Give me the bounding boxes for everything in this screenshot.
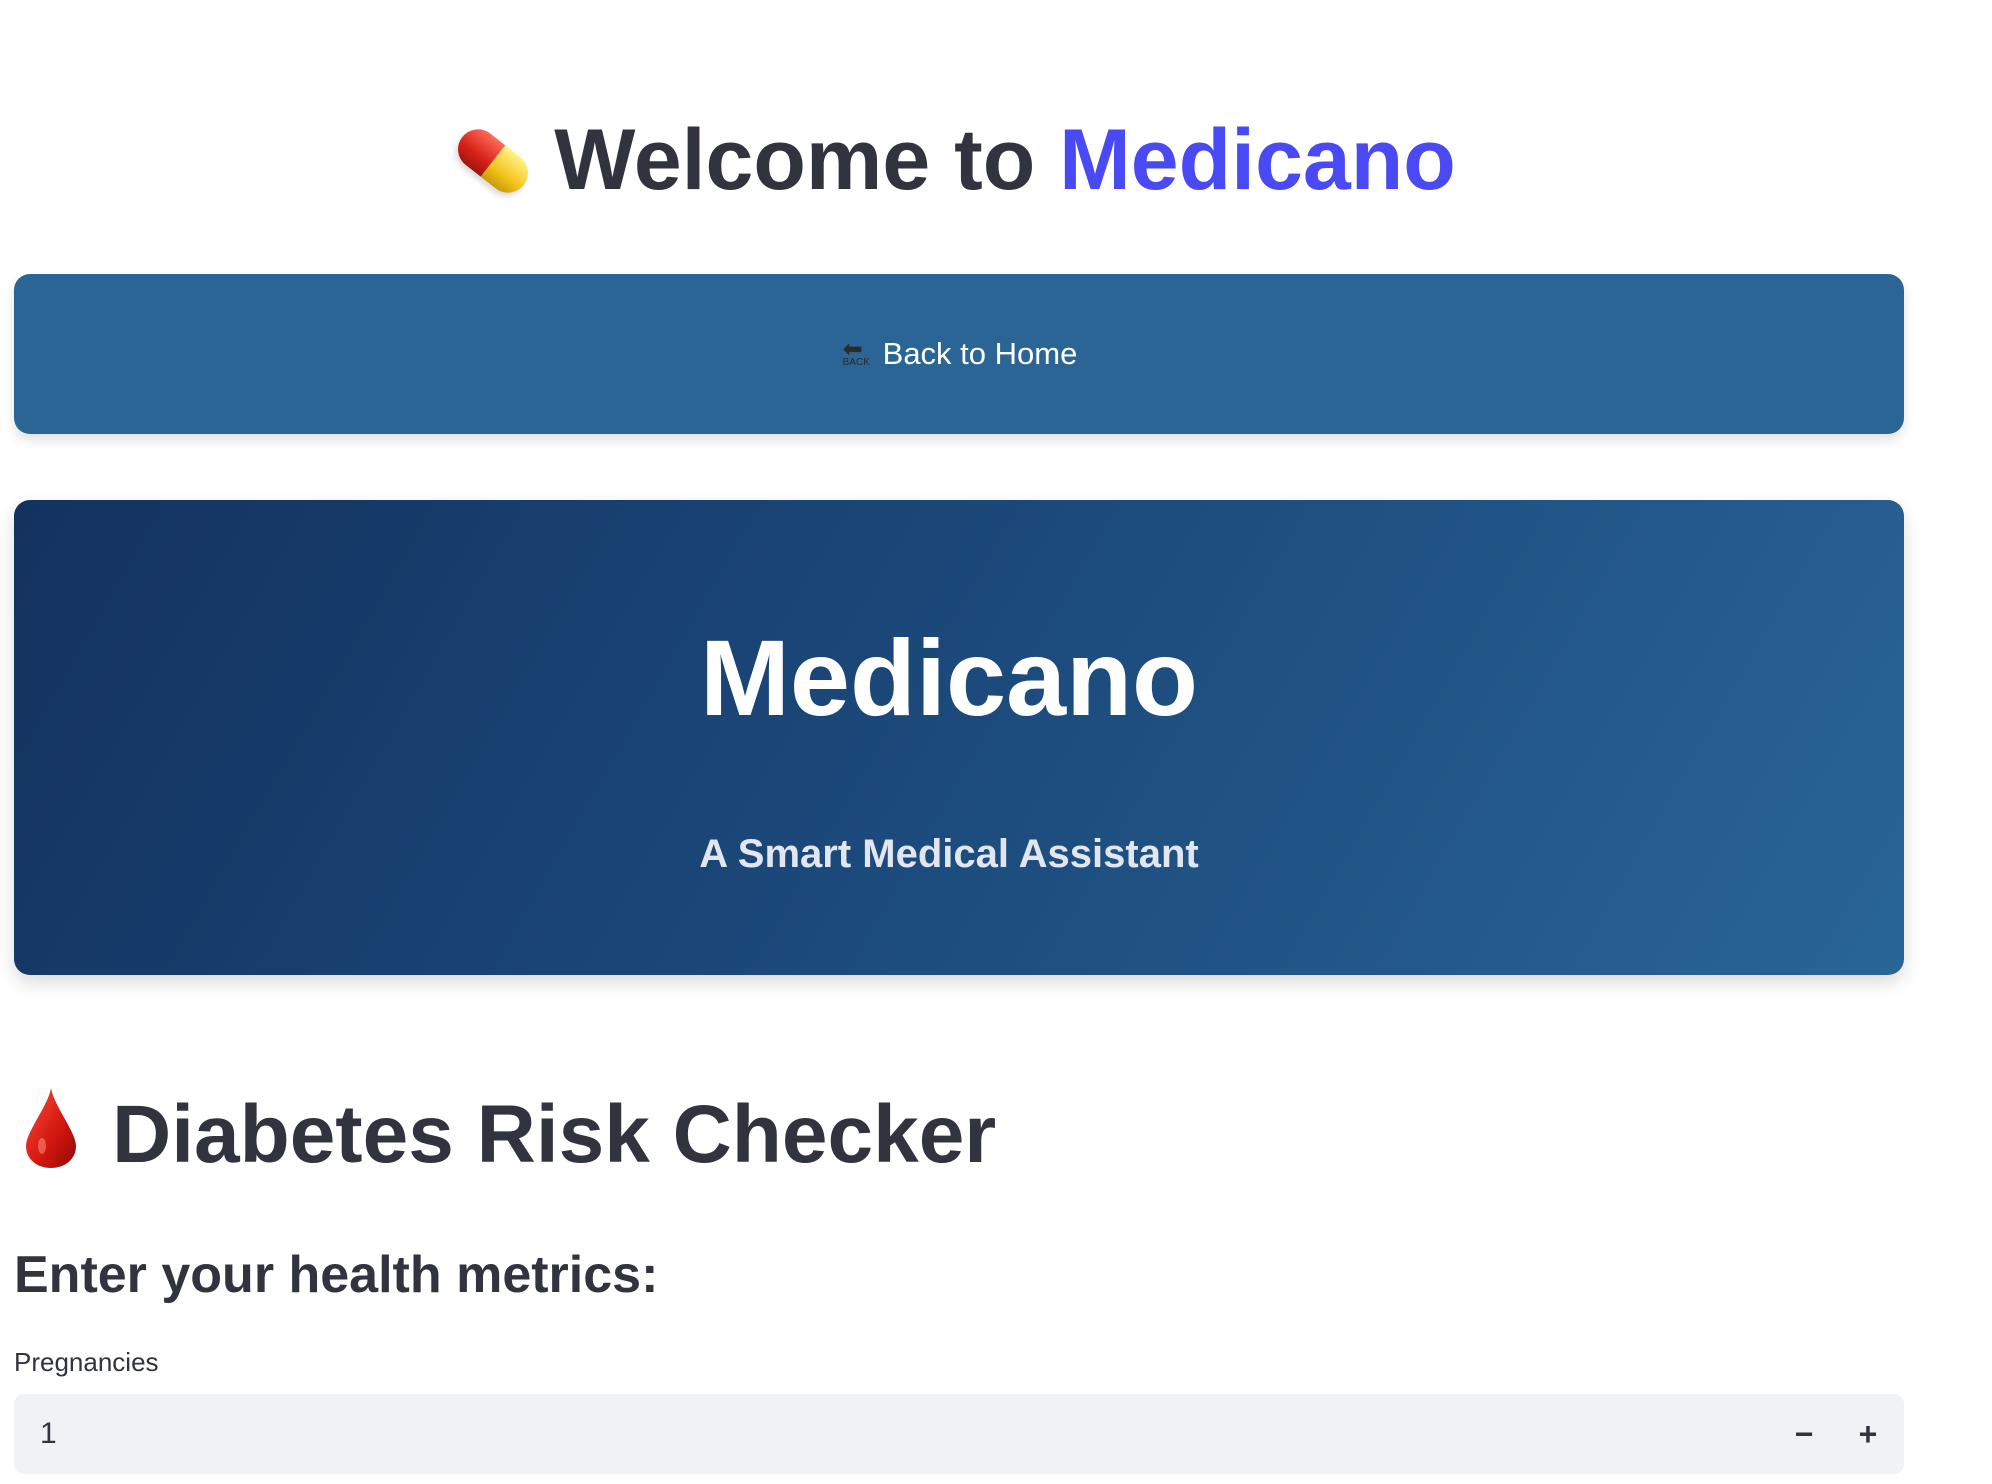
increment-button[interactable]: + bbox=[1836, 1394, 1900, 1474]
hero-title: Medicano bbox=[699, 617, 1199, 738]
page: Welcome to Medicano ⬅ BACK Back to Home … bbox=[0, 0, 1992, 1484]
back-to-home-button[interactable]: ⬅ BACK Back to Home bbox=[14, 274, 1904, 434]
pill-icon bbox=[450, 121, 537, 201]
pregnancies-input[interactable]: 1 − + bbox=[14, 1394, 1904, 1474]
decrement-button[interactable]: − bbox=[1772, 1394, 1836, 1474]
back-arrow-icon: ⬅ BACK bbox=[842, 336, 870, 368]
back-icon-text: BACK bbox=[842, 357, 870, 368]
checker-title-text: Diabetes Risk Checker bbox=[112, 1089, 997, 1180]
pregnancies-label: Pregnancies bbox=[14, 1347, 159, 1377]
welcome-prefix: Welcome to bbox=[554, 112, 1060, 208]
welcome-heading: Welcome to Medicano bbox=[0, 100, 1910, 220]
hero-subtitle: A Smart Medical Assistant bbox=[699, 832, 1199, 876]
metrics-subheading: Enter your health metrics: bbox=[14, 1246, 659, 1304]
pregnancies-value[interactable]: 1 bbox=[14, 1417, 1772, 1451]
checker-title: Diabetes Risk Checker bbox=[24, 1080, 996, 1190]
back-button-label: Back to Home bbox=[882, 336, 1078, 371]
blood-drop-icon bbox=[24, 1086, 78, 1170]
hero-banner: Medicano A Smart Medical Assistant bbox=[14, 500, 1904, 975]
brand-name: Medicano bbox=[1059, 112, 1456, 208]
